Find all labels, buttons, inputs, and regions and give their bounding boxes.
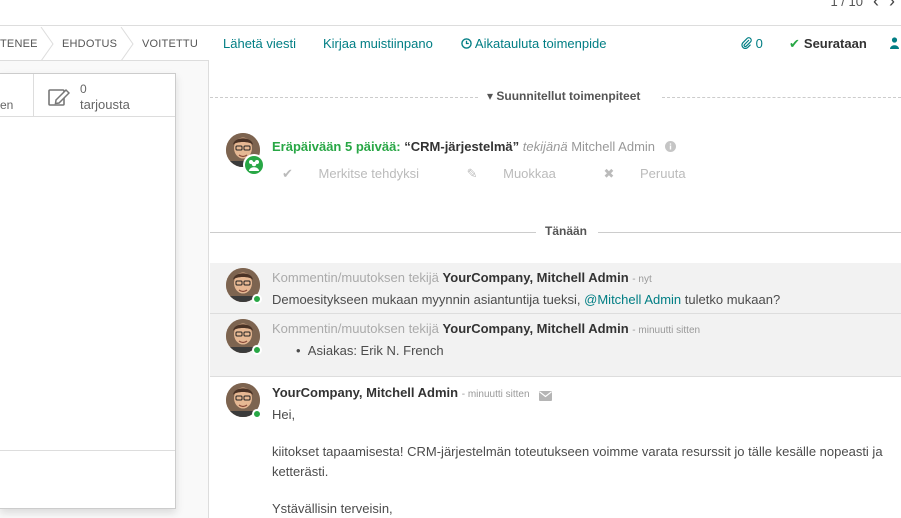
edit-activity-button[interactable]: ✎ Muokkaa [467, 166, 578, 181]
email-greeting: Hei, [272, 407, 296, 422]
smart-button-partial[interactable]: en [0, 74, 34, 117]
message-email: YourCompany, Mitchell Admin - minuutti s… [210, 377, 901, 518]
activity-summary: Eräpäivään 5 päivää: “CRM-järjestelmä” t… [272, 139, 676, 154]
message-prefix: Kommentin/muutoksen tekijä [272, 270, 439, 285]
stage-chevron-icon [120, 27, 134, 60]
followers-button[interactable] [890, 36, 899, 51]
quotations-button[interactable]: 0 tarjousta [34, 74, 175, 117]
planned-activities-toggle[interactable]: ▾ Suunnitellut toimenpiteet [487, 89, 640, 103]
cancel-label: Peruuta [640, 166, 686, 181]
chatter-topbar: Lähetä viesti Kirjaa muistiinpano Aikata… [210, 27, 901, 61]
mention-link[interactable]: @Mitchell Admin [584, 292, 681, 307]
quotations-count: 0 [80, 82, 87, 96]
bullet-icon: • [296, 343, 301, 358]
pencil-square-icon [48, 87, 71, 107]
stage-tenee[interactable]: TENEE [0, 27, 38, 60]
message-note: Kommentin/muutoksen tekijä YourCompany, … [210, 263, 901, 314]
planned-activities-label: Suunnitellut toimenpiteet [496, 89, 641, 103]
envelope-icon [539, 389, 553, 401]
pencil-icon: ✎ [466, 166, 478, 181]
message-note: Kommentin/muutoksen tekijä YourCompany, … [210, 314, 901, 377]
message-body: Demoesitykseen mukaan myynnin asiantunti… [272, 292, 780, 307]
activity-user: Mitchell Admin [571, 139, 656, 154]
message-header: Kommentin/muutoksen tekijä YourCompany, … [272, 321, 700, 336]
edit-label: Muokkaa [503, 166, 556, 181]
top-control-bar: 1 / 10 ‹ › [0, 0, 901, 26]
sheet-divider [0, 450, 175, 451]
quotations-label: tarjousta [80, 97, 130, 112]
today-separator: Tänään [210, 223, 901, 241]
form-sheet: en 0 tarjousta [0, 73, 176, 509]
tracking-value-list: • Asiakas: Erik N. French [296, 343, 444, 358]
message-prefix: Kommentin/muutoksen tekijä [272, 321, 439, 336]
smart-button-partial-label: en [0, 98, 14, 112]
check-icon: ✔ [789, 36, 800, 51]
message-author[interactable]: YourCompany, Mitchell Admin [443, 270, 629, 285]
record-pager: 1 / 10 ‹ › [830, 0, 895, 12]
mark-done-button[interactable]: ✔ Merkitse tehdyksi [282, 166, 441, 181]
stage-statusbar: TENEE EHDOTUS VOITETTU [0, 27, 209, 61]
attachments-count: 0 [755, 36, 763, 51]
stage-ehdotus[interactable]: EHDOTUS [62, 27, 117, 60]
message-text: Demoesitykseen mukaan myynnin asiantunti… [272, 292, 585, 307]
smart-button-row: en 0 tarjousta [0, 74, 175, 117]
activity-for-label: tekijänä [522, 139, 568, 154]
message-time: - minuutti sitten [461, 389, 530, 400]
chevron-left-icon[interactable]: ‹ [873, 0, 879, 12]
following-button[interactable]: ✔ Seurataan [789, 36, 867, 52]
email-paragraph: kiitokset tapaamisesta! CRM-järjestelmän… [272, 444, 883, 459]
planned-activity: Eräpäivään 5 päivää: “CRM-järjestelmä” t… [210, 131, 901, 191]
message-author[interactable]: YourCompany, Mitchell Admin [443, 321, 629, 336]
activity-title: “CRM-järjestelmä” [404, 139, 520, 154]
send-message-button[interactable]: Lähetä viesti [223, 36, 296, 51]
cancel-activity-button[interactable]: ✖ Peruuta [603, 166, 707, 181]
message-time: - nyt [632, 274, 652, 285]
log-note-button[interactable]: Kirjaa muistiinpano [323, 36, 433, 51]
attachments-button[interactable]: 0 [741, 36, 763, 51]
message-author[interactable]: YourCompany, Mitchell Admin [272, 385, 458, 400]
email-paragraph-cont: ketterästi. [272, 464, 329, 479]
message-header: YourCompany, Mitchell Admin - minuutti s… [272, 385, 553, 401]
planned-activities-separator[interactable]: ▾ Suunnitellut toimenpiteet [210, 88, 901, 106]
online-status-icon [252, 294, 262, 304]
chatter-panel: Lähetä viesti Kirjaa muistiinpano Aikata… [210, 27, 901, 518]
today-label: Tänään [545, 224, 588, 238]
message-header: Kommentin/muutoksen tekijä YourCompany, … [272, 270, 652, 285]
activity-actions: ✔ Merkitse tehdyksi ✎ Muokkaa ✖ Peruuta [282, 166, 730, 182]
activity-due-label: Eräpäivään 5 päivää: [272, 139, 401, 154]
clock-icon [461, 36, 475, 51]
user-icon [890, 36, 899, 51]
close-icon: ✖ [603, 166, 615, 181]
stage-chevron-icon [40, 27, 54, 60]
message-time: - minuutti sitten [632, 325, 701, 336]
form-view: TENEE EHDOTUS VOITETTU en 0 tarjousta [0, 27, 209, 518]
schedule-activity-button[interactable]: Aikatauluta toimenpide [461, 36, 606, 51]
meeting-group-icon [243, 154, 265, 176]
stage-voitettu[interactable]: VOITETTU [142, 27, 198, 60]
schedule-activity-label: Aikatauluta toimenpide [474, 36, 607, 51]
tracking-value: Asiakas: Erik N. French [307, 343, 444, 358]
caret-down-icon: ▾ [487, 89, 494, 103]
message-text: tuletko mukaan? [681, 292, 781, 307]
mark-done-label: Merkitse tehdyksi [318, 166, 419, 181]
check-icon: ✔ [282, 166, 293, 181]
following-label: Seurataan [803, 36, 867, 51]
chevron-right-icon[interactable]: › [889, 0, 895, 12]
online-status-icon [252, 409, 262, 419]
paperclip-icon [741, 36, 756, 51]
email-signoff: Ystävällisin terveisin, [272, 501, 393, 516]
online-status-icon [252, 345, 262, 355]
info-circle-icon[interactable] [664, 139, 676, 154]
pager-value[interactable]: 1 / 10 [830, 0, 863, 9]
